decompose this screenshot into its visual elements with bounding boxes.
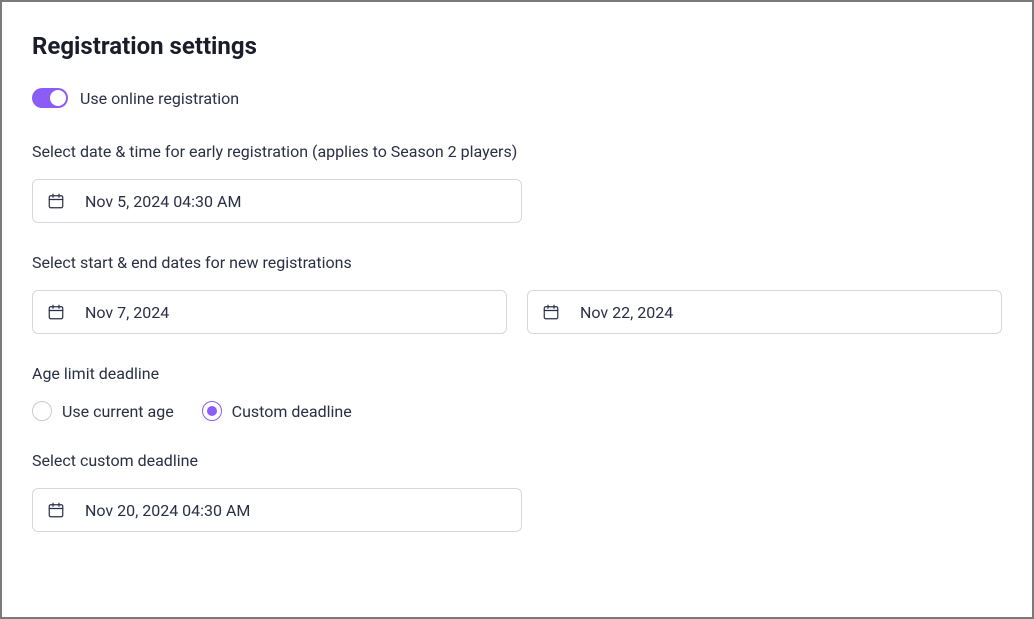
early-registration-date-value: Nov 5, 2024 04:30 AM (85, 192, 241, 211)
calendar-icon (47, 192, 65, 210)
early-registration-label: Select date & time for early registratio… (32, 142, 1002, 161)
radio-label-custom-deadline: Custom deadline (232, 402, 352, 421)
online-registration-label: Use online registration (80, 89, 239, 108)
registration-end-date-input[interactable]: Nov 22, 2024 (527, 290, 1002, 334)
age-limit-label: Age limit deadline (32, 364, 1002, 383)
calendar-icon (47, 303, 65, 321)
radio-label-current-age: Use current age (62, 402, 174, 421)
new-registrations-section: Select start & end dates for new registr… (32, 253, 1002, 334)
radio-custom-deadline[interactable]: Custom deadline (202, 401, 352, 421)
custom-deadline-date-input[interactable]: Nov 20, 2024 04:30 AM (32, 488, 522, 532)
custom-deadline-section: Select custom deadline Nov 20, 2024 04:3… (32, 451, 1002, 532)
online-registration-toggle-row: Use online registration (32, 88, 1002, 108)
age-limit-radio-group: Use current age Custom deadline (32, 401, 1002, 421)
registration-start-value: Nov 7, 2024 (85, 303, 169, 322)
page-title: Registration settings (32, 32, 1002, 60)
radio-indicator (202, 401, 222, 421)
radio-use-current-age[interactable]: Use current age (32, 401, 174, 421)
new-registrations-label: Select start & end dates for new registr… (32, 253, 1002, 272)
calendar-icon (47, 501, 65, 519)
custom-deadline-value: Nov 20, 2024 04:30 AM (85, 501, 250, 520)
online-registration-toggle[interactable] (32, 88, 68, 108)
early-registration-section: Select date & time for early registratio… (32, 142, 1002, 223)
registration-end-value: Nov 22, 2024 (580, 303, 673, 322)
early-registration-date-input[interactable]: Nov 5, 2024 04:30 AM (32, 179, 522, 223)
custom-deadline-label: Select custom deadline (32, 451, 1002, 470)
calendar-icon (542, 303, 560, 321)
registration-start-date-input[interactable]: Nov 7, 2024 (32, 290, 507, 334)
radio-indicator (32, 401, 52, 421)
